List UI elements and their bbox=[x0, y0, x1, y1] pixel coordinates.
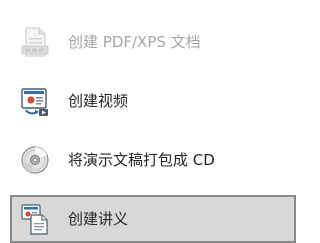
create-pdf-xps-label: 创建 PDF/XPS 文档 bbox=[68, 33, 201, 51]
create-handouts-label: 创建讲义 bbox=[68, 210, 129, 228]
create-video-item[interactable]: 创建视频 bbox=[10, 77, 296, 125]
create-handouts-item[interactable]: 创建讲义 bbox=[10, 195, 296, 243]
pdf-document-icon bbox=[21, 27, 49, 57]
cd-disc-icon bbox=[21, 146, 49, 174]
export-menu: 创建 PDF/XPS 文档 创建视频 将演示文稿打包成 CD 创建讲义 bbox=[0, 0, 302, 243]
create-video-label: 创建视频 bbox=[68, 92, 129, 110]
package-for-cd-item[interactable]: 将演示文稿打包成 CD bbox=[10, 136, 296, 184]
create-pdf-xps-item: 创建 PDF/XPS 文档 bbox=[10, 18, 296, 66]
video-presentation-icon bbox=[21, 88, 48, 116]
package-for-cd-label: 将演示文稿打包成 CD bbox=[68, 151, 215, 169]
handouts-icon bbox=[21, 204, 48, 235]
